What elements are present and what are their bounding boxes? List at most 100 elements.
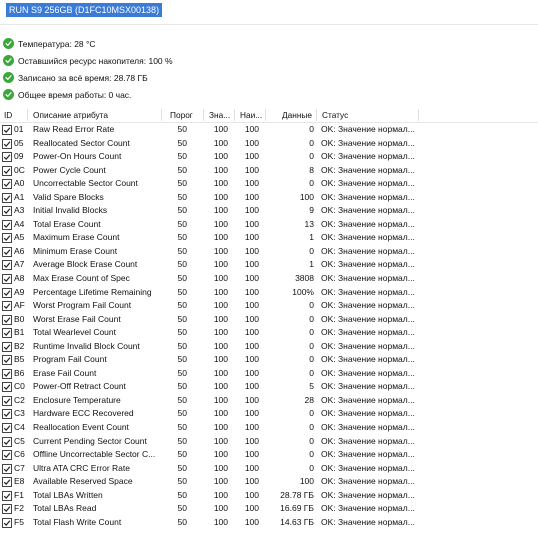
table-row[interactable]: B5 Program Fail Count 50 100 100 0 OK: Значени… bbox=[0, 353, 538, 367]
table-row[interactable]: C0 Power-Off Retract Count 50 100 100 5 OK: Зн… bbox=[0, 380, 538, 394]
row-checkbox[interactable] bbox=[2, 246, 12, 257]
table-row[interactable]: A6 Minimum Erase Count 50 100 100 0 OK: Значен… bbox=[0, 245, 538, 259]
cell-status: OK: Значение нормал... bbox=[321, 327, 415, 338]
row-checkbox[interactable] bbox=[2, 206, 12, 217]
info-row: Температура: 28 °C bbox=[3, 35, 173, 52]
ok-check-icon bbox=[3, 38, 14, 49]
cell-threshold: 50 bbox=[177, 476, 187, 487]
table-row[interactable]: A3 Initial Invalid Blocks 50 100 100 9 OK: Зна… bbox=[0, 204, 538, 218]
table-row[interactable]: C4 Reallocation Event Count 50 100 100 0 OK: З… bbox=[0, 421, 538, 435]
table-row[interactable]: B2 Runtime Invalid Block Count 50 100 100 0 OK… bbox=[0, 340, 538, 354]
cell-description: Maximum Erase Count bbox=[33, 232, 120, 243]
table-row[interactable]: C5 Current Pending Sector Count 50 100 100 0 O… bbox=[0, 435, 538, 449]
table-row[interactable]: 09 Power-On Hours Count 50 100 100 0 OK: Значе… bbox=[0, 150, 538, 164]
cell-description: Hardware ECC Recovered bbox=[33, 408, 134, 419]
row-checkbox[interactable] bbox=[2, 490, 12, 501]
table-row[interactable]: C7 Ultra ATA CRC Error Rate 50 100 100 0 OK: З… bbox=[0, 462, 538, 476]
table-row[interactable]: C3 Hardware ECC Recovered 50 100 100 0 OK: Зна… bbox=[0, 407, 538, 421]
cell-worst: 100 bbox=[244, 340, 259, 351]
table-row[interactable]: A9 Percentage Lifetime Remaining 50 100 100 1… bbox=[0, 286, 538, 300]
table-row[interactable]: E8 Available Reserved Space 50 100 100 100 OK:… bbox=[0, 475, 538, 489]
row-checkbox[interactable] bbox=[2, 138, 12, 149]
cell-id: A9 bbox=[14, 286, 25, 297]
table-row[interactable]: A0 Uncorrectable Sector Count 50 100 100 0 OK:… bbox=[0, 177, 538, 191]
column-separator bbox=[27, 109, 28, 121]
table-row[interactable]: A5 Maximum Erase Count 50 100 100 1 OK: Значен… bbox=[0, 231, 538, 245]
cell-value: 100 bbox=[213, 503, 228, 514]
row-checkbox[interactable] bbox=[2, 463, 12, 474]
row-checkbox[interactable] bbox=[2, 260, 12, 271]
row-checkbox[interactable] bbox=[2, 436, 12, 447]
table-row[interactable]: F1 Total LBAs Written 50 100 100 28.78 ГБ OK: … bbox=[0, 489, 538, 503]
table-row[interactable]: A8 Max Erase Count of Spec 50 100 100 3808 OK:… bbox=[0, 272, 538, 286]
cell-data: 0 bbox=[309, 124, 314, 134]
row-checkbox[interactable] bbox=[2, 152, 12, 163]
table-row[interactable]: 01 Raw Read Error Rate 50 100 100 0 OK: Значен… bbox=[0, 123, 538, 137]
cell-threshold: 50 bbox=[177, 408, 187, 419]
row-checkbox[interactable] bbox=[2, 341, 12, 352]
table-row[interactable]: F2 Total LBAs Read 50 100 100 16.69 ГБ OK: Зна… bbox=[0, 502, 538, 516]
row-checkbox[interactable] bbox=[2, 165, 12, 176]
checkmark-icon bbox=[3, 181, 11, 188]
row-checkbox[interactable] bbox=[2, 355, 12, 366]
checkmark-icon bbox=[3, 425, 11, 431]
row-checkbox[interactable] bbox=[2, 301, 12, 312]
row-checkbox[interactable] bbox=[2, 192, 12, 203]
row-checkbox[interactable] bbox=[2, 423, 12, 434]
cell-description: Ultra ATA CRC Error Rate bbox=[33, 462, 130, 473]
row-checkbox[interactable] bbox=[2, 179, 12, 190]
cell-worst: 100 bbox=[244, 137, 259, 148]
col-header-desc[interactable]: Описание атрибута bbox=[33, 110, 108, 120]
row-checkbox[interactable] bbox=[2, 450, 12, 461]
checkmark-icon bbox=[3, 317, 11, 323]
table-row[interactable]: A4 Total Erase Count 50 100 100 13 OK: Значени… bbox=[0, 218, 538, 232]
row-checkbox[interactable] bbox=[2, 368, 12, 379]
checkmark-icon bbox=[3, 520, 11, 526]
cell-value: 100 bbox=[213, 354, 228, 365]
col-header-id[interactable]: ID bbox=[4, 110, 12, 120]
table-row[interactable]: B1 Total Wearlevel Count 50 100 100 0 OK: Знач… bbox=[0, 326, 538, 340]
cell-threshold: 50 bbox=[177, 354, 187, 365]
row-checkbox[interactable] bbox=[2, 395, 12, 406]
col-header-value[interactable]: Зна... bbox=[209, 110, 230, 120]
col-header-status[interactable]: Статус bbox=[322, 110, 348, 120]
row-checkbox[interactable] bbox=[2, 219, 12, 230]
table-row[interactable]: C6 Offline Uncorrectable Sector C... 50 100… bbox=[0, 448, 538, 462]
table-row[interactable]: C2 Enclosure Temperature 50 100 100 28 OK: Зна… bbox=[0, 394, 538, 408]
row-checkbox[interactable] bbox=[2, 504, 12, 515]
cell-value: 100 bbox=[213, 516, 228, 527]
cell-status: OK: Значение нормал... bbox=[321, 476, 415, 487]
table-row[interactable]: B0 Worst Erase Fail Count 50 100 100 0 OK: Зна… bbox=[0, 313, 538, 327]
row-checkbox[interactable] bbox=[2, 287, 12, 298]
col-header-worst[interactable]: Наи... bbox=[240, 110, 262, 120]
table-row[interactable]: AF Worst Program Fail Count 50 100 100 0 OK: З… bbox=[0, 299, 538, 313]
table-row[interactable]: B6 Erase Fail Count 50 100 100 0 OK: Значение … bbox=[0, 367, 538, 381]
cell-status: OK: Значение нормал... bbox=[321, 151, 415, 162]
checkmark-icon bbox=[3, 289, 11, 296]
row-checkbox[interactable] bbox=[2, 409, 12, 420]
table-row[interactable]: 05 Reallocated Sector Count 50 100 100 0 OK: З… bbox=[0, 137, 538, 151]
cell-worst: 100 bbox=[244, 394, 259, 405]
row-checkbox[interactable] bbox=[2, 477, 12, 488]
col-header-threshold[interactable]: Порог bbox=[170, 110, 193, 120]
row-checkbox[interactable] bbox=[2, 382, 12, 393]
row-checkbox[interactable] bbox=[2, 314, 12, 325]
ok-check-icon bbox=[3, 55, 14, 66]
drive-selector[interactable]: RUN S9 256GB (D1FC10MSX00138) bbox=[6, 3, 163, 17]
row-checkbox[interactable] bbox=[2, 517, 12, 528]
col-header-data[interactable]: Данные bbox=[282, 110, 312, 120]
row-checkbox[interactable] bbox=[2, 328, 12, 339]
cell-data: 3808 bbox=[295, 273, 314, 284]
table-row[interactable]: 0C Power Cycle Count 50 100 100 8 OK: Значение… bbox=[0, 164, 538, 178]
cell-threshold: 50 bbox=[177, 286, 187, 297]
cell-threshold: 50 bbox=[177, 327, 187, 338]
cell-worst: 100 bbox=[244, 435, 259, 446]
checkmark-icon bbox=[3, 249, 11, 255]
row-checkbox[interactable] bbox=[2, 274, 12, 285]
table-row[interactable]: A7 Average Block Erase Count 50 100 100 1 OK: … bbox=[0, 258, 538, 272]
table-row[interactable]: F5 Total Flash Write Count 50 100 100 14.63 Г… bbox=[0, 516, 538, 530]
table-row[interactable]: A1 Valid Spare Blocks 50 100 100 100 OK: Значе… bbox=[0, 191, 538, 205]
row-checkbox[interactable] bbox=[2, 233, 12, 244]
cell-data: 0 bbox=[309, 367, 314, 378]
row-checkbox[interactable] bbox=[2, 125, 12, 135]
